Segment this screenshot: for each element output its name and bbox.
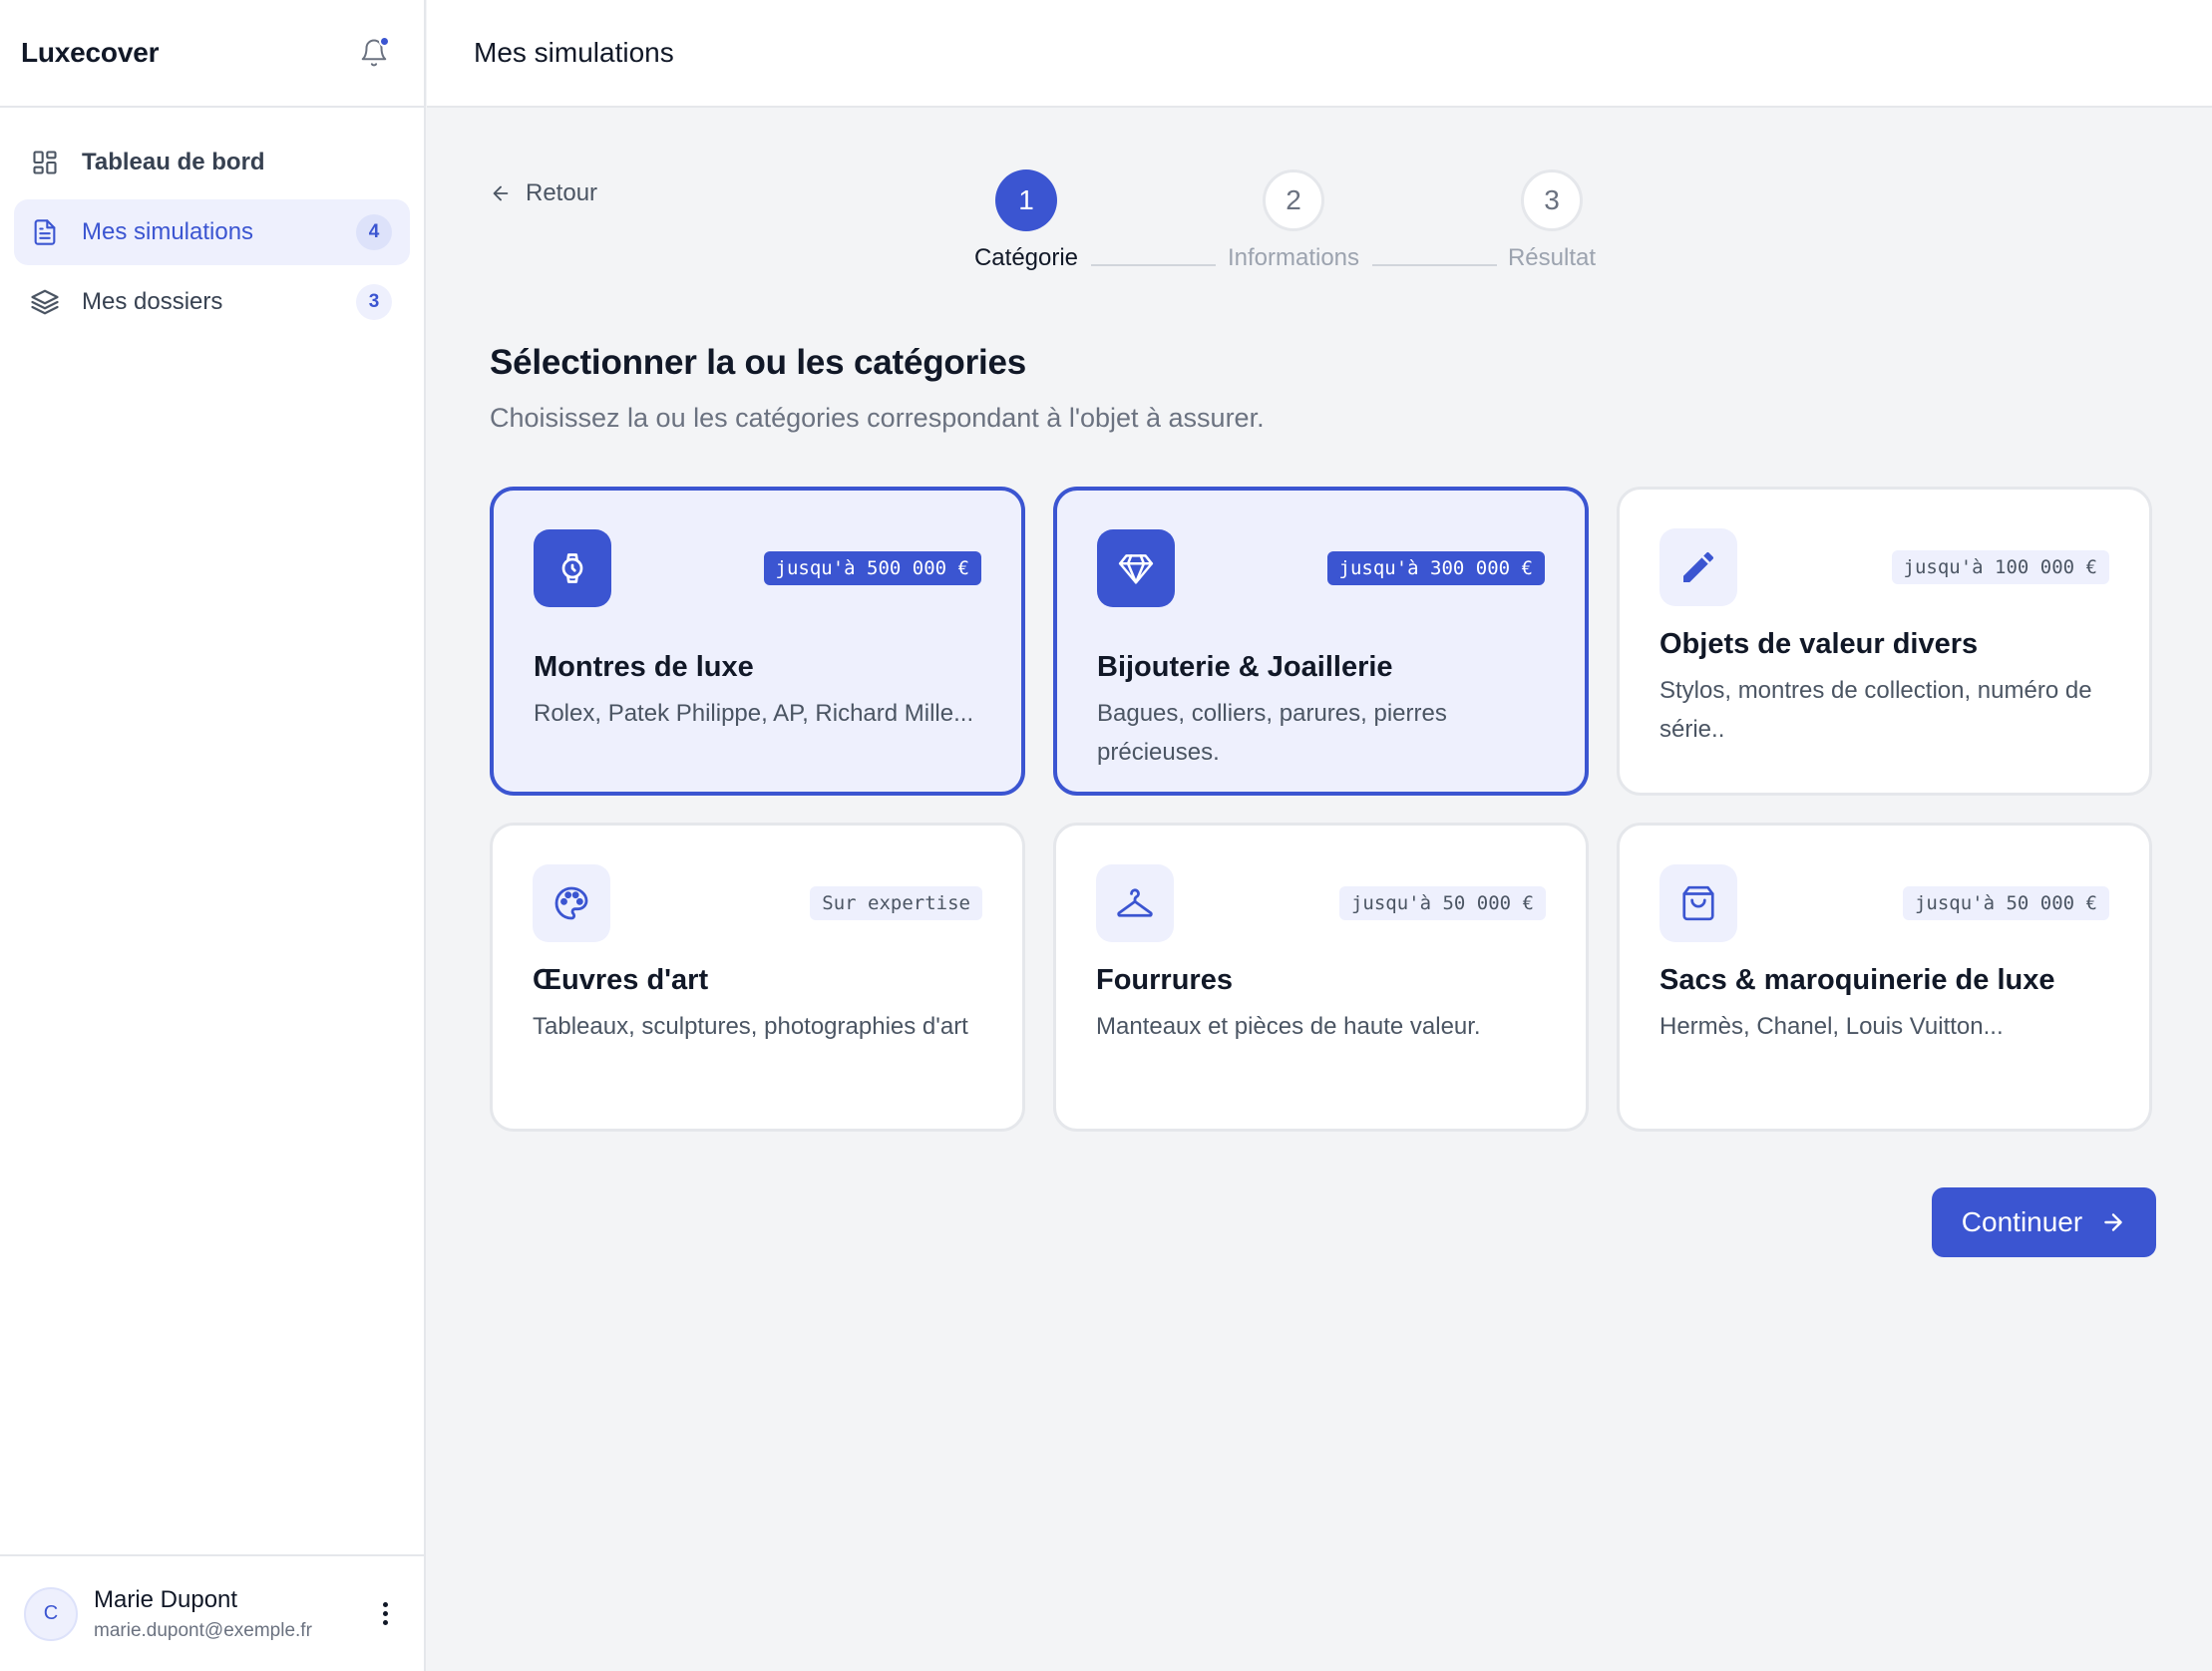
bag-icon bbox=[1659, 864, 1737, 942]
layers-icon bbox=[30, 287, 60, 317]
diamond-icon bbox=[1097, 529, 1175, 607]
page-title: Mes simulations bbox=[474, 37, 674, 68]
step-number: 3 bbox=[1521, 169, 1583, 231]
sidebar-item-label: Tableau de bord bbox=[82, 149, 265, 175]
category-description: Hermès, Chanel, Louis Vuitton... bbox=[1659, 1013, 2004, 1040]
coverage-limit-badge: jusqu'à 50 000 € bbox=[1338, 886, 1546, 920]
section-subtitle: Choisissez la ou les catégories correspo… bbox=[490, 403, 1265, 433]
avatar: C bbox=[24, 1586, 78, 1641]
top-bar: Mes simulations bbox=[427, 0, 2212, 108]
continue-label: Continuer bbox=[1961, 1206, 2083, 1237]
coverage-limit-badge: Sur expertise bbox=[810, 886, 982, 920]
coverage-limit-badge: jusqu'à 500 000 € bbox=[763, 551, 981, 585]
step-number: 1 bbox=[995, 169, 1057, 231]
category-title: Montres de luxe bbox=[534, 651, 754, 683]
step-informations: 2 Informations bbox=[1194, 169, 1393, 272]
sidebar-nav: Tableau de bord Mes simulations 4 Mes do… bbox=[0, 108, 424, 361]
category-title: Fourrures bbox=[1096, 964, 1233, 996]
step-result: 3 Résultat bbox=[1452, 169, 1652, 272]
category-description: Rolex, Patek Philippe, AP, Richard Mille… bbox=[534, 700, 974, 727]
palette-icon bbox=[533, 864, 610, 942]
category-card-jewelry[interactable]: jusqu'à 300 000 € Bijouterie & Joailleri… bbox=[1053, 487, 1589, 796]
category-title: Sacs & maroquinerie de luxe bbox=[1659, 964, 2055, 996]
section-title: Sélectionner la ou les catégories bbox=[490, 343, 1027, 382]
hanger-icon bbox=[1096, 864, 1174, 942]
brand-logo[interactable]: Luxecover bbox=[21, 37, 159, 69]
category-title: Bijouterie & Joaillerie bbox=[1097, 651, 1393, 683]
sidebar-item-label: Mes simulations bbox=[82, 218, 254, 245]
category-description: Bagues, colliers, parures, pierres préci… bbox=[1097, 700, 1447, 766]
category-card-watches[interactable]: jusqu'à 500 000 € Montres de luxe Rolex,… bbox=[490, 487, 1025, 796]
more-options-icon[interactable] bbox=[370, 1594, 400, 1634]
user-info: Marie Dupont marie.dupont@exemple.fr bbox=[94, 1586, 370, 1642]
notification-dot bbox=[379, 36, 390, 47]
category-description: Tableaux, sculptures, photographies d'ar… bbox=[533, 1013, 968, 1040]
step-category: 1 Catégorie bbox=[926, 169, 1126, 272]
sidebar-item-label: Mes dossiers bbox=[82, 288, 223, 315]
user-name: Marie Dupont bbox=[94, 1585, 238, 1613]
step-number: 2 bbox=[1263, 169, 1324, 231]
sidebar-item-simulations[interactable]: Mes simulations 4 bbox=[14, 199, 410, 265]
category-card-valuables[interactable]: jusqu'à 100 000 € Objets de valeur diver… bbox=[1617, 487, 2152, 796]
step-label: Résultat bbox=[1507, 244, 1597, 271]
category-title: Objets de valeur divers bbox=[1659, 628, 1979, 660]
count-badge: 4 bbox=[356, 214, 392, 250]
user-email: marie.dupont@exemple.fr bbox=[94, 1619, 312, 1641]
category-card-furs[interactable]: jusqu'à 50 000 € Fourrures Manteaux et p… bbox=[1053, 823, 1589, 1132]
category-card-art[interactable]: Sur expertise Œuvres d'art Tableaux, scu… bbox=[490, 823, 1025, 1132]
notifications-button[interactable] bbox=[354, 33, 394, 73]
coverage-limit-badge: jusqu'à 100 000 € bbox=[1891, 550, 2109, 584]
coverage-limit-badge: jusqu'à 300 000 € bbox=[1326, 551, 1545, 585]
arrow-right-icon bbox=[2104, 1213, 2122, 1231]
pen-icon bbox=[1659, 528, 1737, 606]
main-content: Retour 1 Catégorie 2 Informations 3 Résu… bbox=[427, 108, 2212, 1671]
category-card-bags[interactable]: jusqu'à 50 000 € Sacs & maroquinerie de … bbox=[1617, 823, 2152, 1132]
step-label: Catégorie bbox=[973, 244, 1079, 271]
step-label: Informations bbox=[1227, 244, 1360, 271]
category-grid: jusqu'à 500 000 € Montres de luxe Rolex,… bbox=[490, 487, 2157, 1132]
sidebar-header: Luxecover bbox=[0, 0, 424, 108]
category-title: Œuvres d'art bbox=[533, 964, 709, 996]
watch-icon bbox=[534, 529, 611, 607]
document-icon bbox=[30, 217, 60, 247]
user-profile[interactable]: C Marie Dupont marie.dupont@exemple.fr bbox=[0, 1554, 424, 1671]
sidebar: Luxecover Tableau de bord Mes simulation… bbox=[0, 0, 426, 1671]
sidebar-item-dossiers[interactable]: Mes dossiers 3 bbox=[14, 269, 410, 335]
sidebar-item-dashboard[interactable]: Tableau de bord bbox=[14, 130, 410, 195]
coverage-limit-badge: jusqu'à 50 000 € bbox=[1902, 886, 2109, 920]
category-description: Manteaux et pièces de haute valeur. bbox=[1096, 1013, 1481, 1040]
grid-icon bbox=[30, 148, 60, 177]
stepper: 1 Catégorie 2 Informations 3 Résultat bbox=[427, 169, 2212, 279]
count-badge: 3 bbox=[356, 284, 392, 320]
category-description: Stylos, montres de collection, numéro de… bbox=[1659, 677, 2092, 743]
continue-button[interactable]: Continuer bbox=[1932, 1187, 2156, 1257]
